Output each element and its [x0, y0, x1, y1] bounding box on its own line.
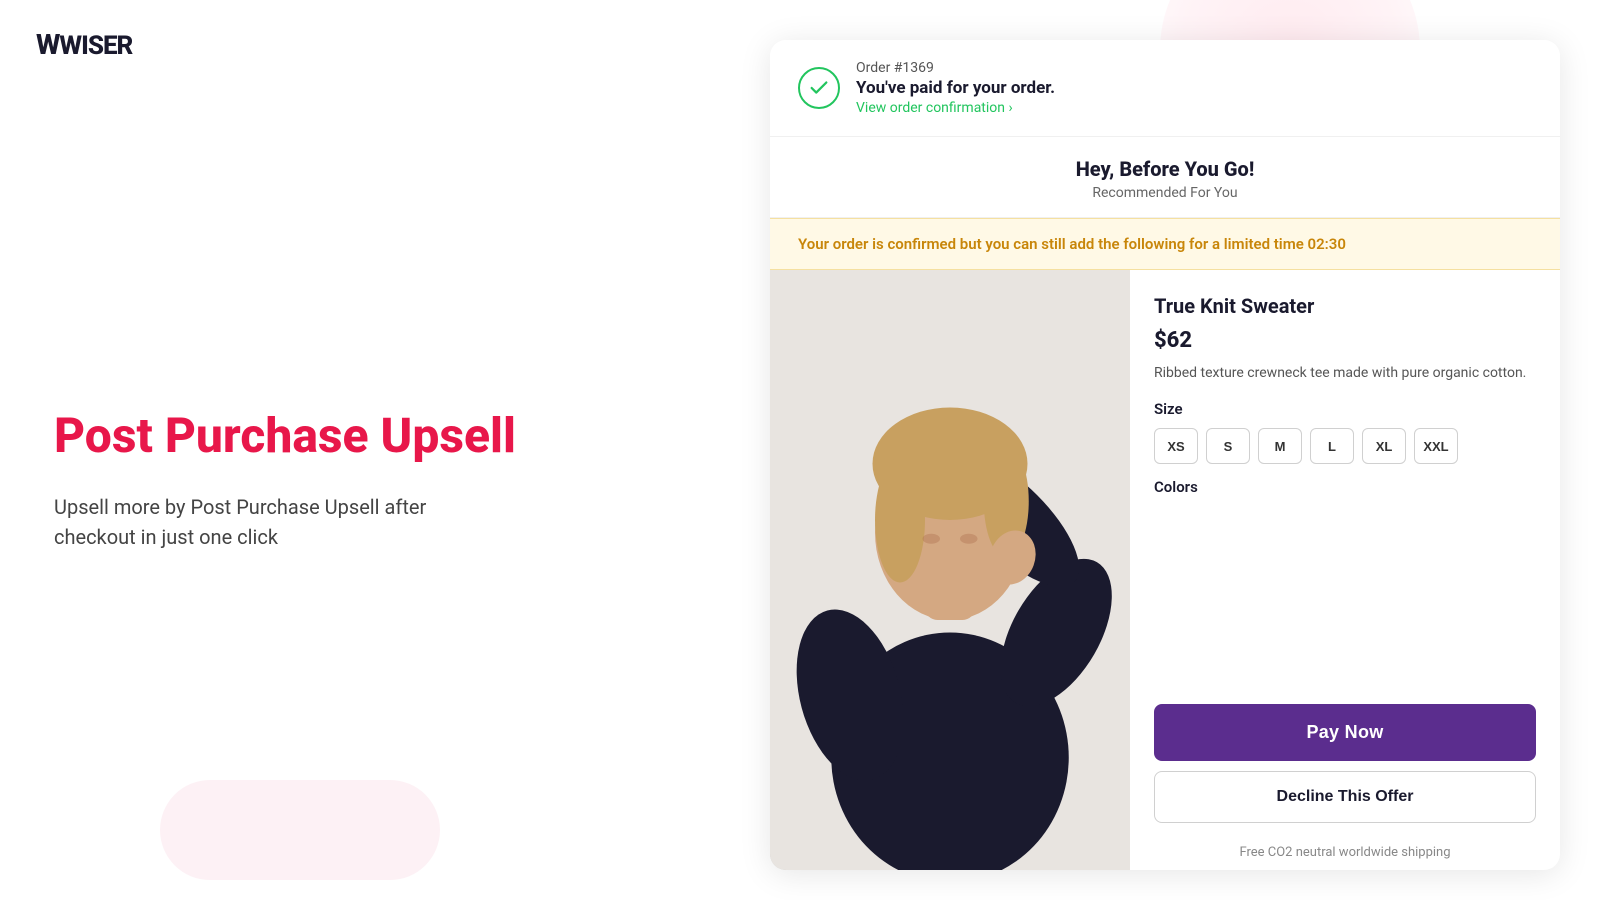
pay-now-button[interactable]: Pay Now — [1154, 704, 1536, 761]
check-icon — [798, 67, 840, 109]
order-number: Order #1369 — [856, 60, 1055, 76]
size-label: Size — [1154, 400, 1536, 418]
product-price: $62 — [1154, 328, 1536, 353]
logo-text: WISER — [59, 31, 132, 61]
order-info: Order #1369 You've paid for your order. … — [856, 60, 1055, 116]
size-xxl[interactable]: XXL — [1414, 428, 1458, 464]
size-l[interactable]: L — [1310, 428, 1354, 464]
right-panel: Order #1369 You've paid for your order. … — [770, 40, 1560, 870]
logo: WWISER — [36, 28, 132, 61]
product-image-wrap — [770, 270, 1130, 870]
subtitle: Upsell more by Post Purchase Upsell afte… — [54, 492, 474, 552]
paid-text: You've paid for your order. — [856, 78, 1055, 98]
product-name: True Knit Sweater — [1154, 294, 1536, 318]
hey-title: Hey, Before You Go! — [798, 157, 1532, 181]
size-s[interactable]: S — [1206, 428, 1250, 464]
view-order-link[interactable]: View order confirmation › — [856, 100, 1055, 116]
timer-text: Your order is confirmed but you can stil… — [798, 235, 1532, 253]
size-m[interactable]: M — [1258, 428, 1302, 464]
hey-section: Hey, Before You Go! Recommended For You — [770, 137, 1560, 218]
action-area: Pay Now Decline This Offer — [1130, 692, 1560, 839]
left-panel: Post Purchase Upsell Upsell more by Post… — [0, 0, 580, 900]
product-description: Ribbed texture crewneck tee made with pu… — [1154, 363, 1536, 384]
size-options: XS S M L XL XXL — [1154, 428, 1536, 464]
timer-banner: Your order is confirmed but you can stil… — [770, 218, 1560, 270]
size-xl[interactable]: XL — [1362, 428, 1406, 464]
size-xs[interactable]: XS — [1154, 428, 1198, 464]
decline-button[interactable]: Decline This Offer — [1154, 771, 1536, 823]
color-label: Colors — [1154, 478, 1536, 496]
logo-w: W — [36, 28, 59, 61]
product-details: True Knit Sweater $62 Ribbed texture cre… — [1130, 270, 1560, 692]
hey-subtitle: Recommended For You — [798, 185, 1532, 201]
shipping-note: Free CO2 neutral worldwide shipping — [1130, 839, 1560, 870]
headline: Post Purchase Upsell — [54, 408, 580, 463]
product-right: True Knit Sweater $62 Ribbed texture cre… — [1130, 270, 1560, 870]
product-image — [770, 270, 1130, 870]
order-bar: Order #1369 You've paid for your order. … — [770, 40, 1560, 137]
product-section: True Knit Sweater $62 Ribbed texture cre… — [770, 270, 1560, 870]
